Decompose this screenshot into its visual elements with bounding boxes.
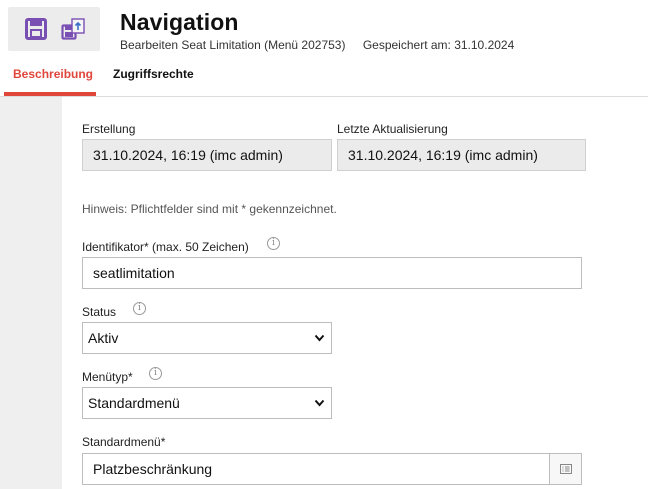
menutype-label: Menütyp* <box>82 370 133 384</box>
side-panel <box>0 97 62 489</box>
chevron-down-icon <box>314 399 325 407</box>
created-label: Erstellung <box>82 122 136 136</box>
updated-field: 31.10.2024, 16:19 (imc admin) <box>337 139 586 171</box>
standardmenu-input[interactable] <box>82 453 550 485</box>
tab-bar: Beschreibung Zugriffsrechte <box>0 60 648 97</box>
updated-label: Letzte Aktualisierung <box>337 122 448 136</box>
identifier-info-icon[interactable]: i <box>267 237 280 250</box>
required-fields-hint: Hinweis: Pflichtfelder sind mit * gekenn… <box>82 202 337 216</box>
status-info-icon[interactable]: i <box>133 302 146 315</box>
status-selected-value: Aktiv <box>88 330 119 346</box>
page-subtitle: Bearbeiten Seat Limitation (Menü 202753)… <box>120 38 514 52</box>
save-publish-icon <box>61 18 85 40</box>
status-label: Status <box>82 305 117 319</box>
page-title: Navigation <box>120 9 239 35</box>
saved-timestamp: Gespeichert am: 31.10.2024 <box>362 38 515 52</box>
status-select[interactable]: Aktiv <box>82 322 332 354</box>
chevron-down-icon <box>314 334 325 342</box>
toolbar <box>8 7 100 51</box>
tab-zugriffsrechte[interactable]: Zugriffsrechte <box>113 67 194 81</box>
edit-context-text: Bearbeiten Seat Limitation (Menü 202753) <box>120 38 346 52</box>
menutype-info-icon[interactable]: i <box>149 367 162 380</box>
menutype-selected-value: Standardmenü <box>88 395 180 411</box>
identifier-input[interactable] <box>82 257 582 289</box>
save-disk-icon <box>25 18 47 40</box>
menutype-select[interactable]: Standardmenü <box>82 387 332 419</box>
standardmenu-label: Standardmenü* <box>82 435 166 449</box>
identifier-label: Identifikator* (max. 50 Zeichen) <box>82 240 249 254</box>
active-tab-indicator <box>4 92 96 96</box>
created-field: 31.10.2024, 16:19 (imc admin) <box>82 139 332 171</box>
tab-beschreibung[interactable]: Beschreibung <box>13 67 93 81</box>
standardmenu-picker-button[interactable] <box>549 453 582 485</box>
save-publish-button[interactable] <box>52 7 96 51</box>
list-picker-icon <box>559 464 572 474</box>
